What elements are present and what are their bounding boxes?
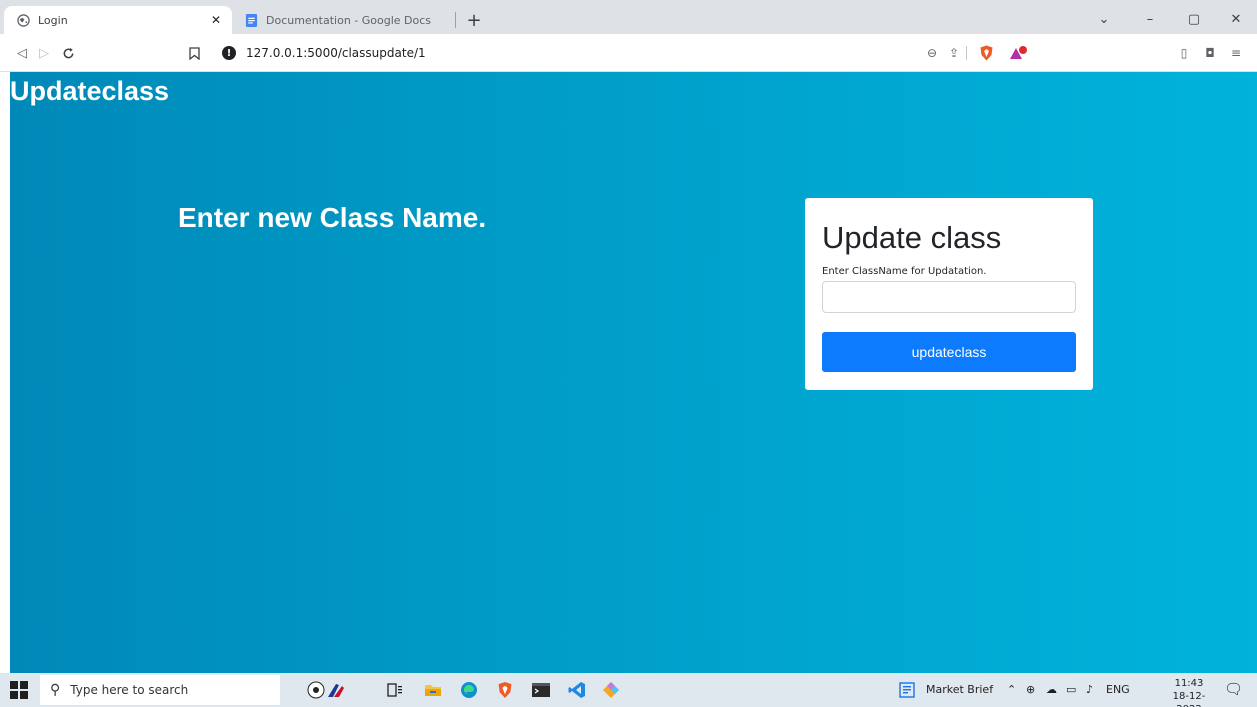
back-icon[interactable]: ◁ bbox=[12, 43, 32, 63]
search-icon: ⚲ bbox=[50, 682, 61, 698]
sports-widget-icon[interactable] bbox=[306, 680, 346, 700]
docs-icon bbox=[244, 13, 258, 27]
file-explorer-icon[interactable] bbox=[422, 680, 444, 700]
menu-icon[interactable]: ≡ bbox=[1226, 43, 1246, 63]
share-icon[interactable]: ⇪ bbox=[944, 43, 964, 63]
brave-icon[interactable] bbox=[494, 680, 516, 700]
lead-text: Enter new Class Name. bbox=[178, 202, 487, 233]
taskbar-search[interactable]: ⚲ Type here to search bbox=[40, 675, 280, 705]
restore-icon[interactable]: ▢ bbox=[1180, 8, 1208, 30]
taskbar: ⚲ Type here to search Market Brief ⌃ ⊕ ☁… bbox=[0, 673, 1257, 707]
site-info-icon[interactable]: ! bbox=[222, 46, 236, 60]
wallet-icon[interactable]: ◘ bbox=[1200, 43, 1220, 63]
url-text: 127.0.0.1:5000/classupdate/1 bbox=[246, 46, 426, 60]
market-brief-widget[interactable]: Market Brief bbox=[926, 683, 993, 696]
show-hidden-icons-icon[interactable]: ⌃ bbox=[1007, 683, 1016, 696]
clock[interactable]: 11:43 18-12-2022 bbox=[1166, 677, 1212, 707]
notifications-icon[interactable]: 🗨 bbox=[1224, 680, 1243, 698]
network-icon[interactable]: ▭ bbox=[1066, 683, 1076, 696]
classname-input[interactable] bbox=[822, 281, 1076, 313]
tab-google-docs[interactable]: Documentation - Google Docs bbox=[232, 6, 456, 34]
task-view-icon[interactable] bbox=[384, 680, 406, 700]
classname-label: Enter ClassName for Updatation. bbox=[822, 266, 987, 277]
updateclass-button[interactable]: updateclass bbox=[822, 332, 1076, 372]
search-placeholder: Type here to search bbox=[70, 683, 189, 697]
git-app-icon[interactable] bbox=[600, 680, 622, 700]
browser-toolbar: ◁ ▷ ! 127.0.0.1:5000/classupdate/1 ⊖ ⇪ ▯… bbox=[0, 34, 1257, 72]
edge-icon[interactable] bbox=[458, 680, 480, 700]
tab-title: Login bbox=[38, 13, 68, 27]
globe-icon bbox=[16, 13, 30, 27]
meet-now-icon[interactable]: ⊕ bbox=[1026, 683, 1035, 696]
tab-login[interactable]: Login ✕ bbox=[4, 6, 232, 34]
brave-rewards-icon[interactable] bbox=[1008, 43, 1028, 63]
clock-date: 18-12-2022 bbox=[1172, 691, 1206, 707]
news-widget-icon[interactable] bbox=[896, 680, 918, 700]
minimize-icon[interactable]: – bbox=[1136, 8, 1164, 30]
vscode-icon[interactable] bbox=[566, 680, 588, 700]
tab-search-icon[interactable]: ⌄ bbox=[1090, 8, 1118, 30]
form-title: Update class bbox=[822, 220, 1002, 255]
sidebar-icon[interactable]: ▯ bbox=[1174, 43, 1194, 63]
clock-time: 11:43 bbox=[1174, 678, 1204, 689]
onedrive-icon[interactable]: ☁ bbox=[1046, 683, 1057, 696]
page-content: Updateclass Enter new Class Name. Update… bbox=[10, 72, 1257, 673]
tab-strip: Login ✕ Documentation - Google Docs + ⌄ … bbox=[0, 0, 1257, 34]
reload-icon[interactable] bbox=[58, 43, 78, 63]
brave-shield-icon[interactable] bbox=[976, 43, 996, 63]
volume-icon[interactable]: ♪ bbox=[1086, 683, 1093, 696]
toolbar-divider bbox=[966, 46, 967, 60]
language-indicator[interactable]: ENG bbox=[1106, 683, 1130, 696]
page-title: Updateclass bbox=[10, 76, 170, 106]
tab-title: Documentation - Google Docs bbox=[266, 13, 432, 27]
terminal-icon[interactable] bbox=[530, 680, 552, 700]
update-class-form: Update class Enter ClassName for Updatat… bbox=[805, 198, 1093, 390]
forward-icon[interactable]: ▷ bbox=[34, 43, 54, 63]
close-tab-icon[interactable]: ✕ bbox=[206, 13, 226, 27]
windows-start-icon[interactable] bbox=[10, 681, 28, 699]
tab-separator bbox=[455, 12, 456, 28]
close-window-icon[interactable]: ✕ bbox=[1222, 8, 1250, 30]
zoom-icon[interactable]: ⊖ bbox=[922, 43, 942, 63]
new-tab-button[interactable]: + bbox=[462, 8, 486, 32]
